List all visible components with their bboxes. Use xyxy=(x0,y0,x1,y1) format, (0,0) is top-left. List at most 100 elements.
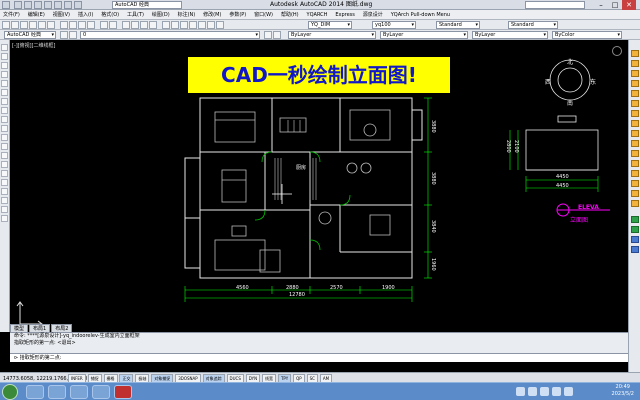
menu-parametric[interactable]: 参数(P) xyxy=(226,10,249,19)
scale-icon[interactable] xyxy=(631,120,639,127)
menu-modify[interactable]: 修改(M) xyxy=(200,10,224,19)
dimstyle-combo[interactable]: YQ_DIM xyxy=(308,21,352,29)
rotate-icon[interactable] xyxy=(631,110,639,117)
print-icon[interactable] xyxy=(54,1,62,9)
redo-icon[interactable] xyxy=(109,21,117,29)
tpy-toggle[interactable]: TPY xyxy=(277,374,292,382)
menu-view[interactable]: 视图(V) xyxy=(50,10,73,19)
yq-tool-icon[interactable] xyxy=(631,246,639,253)
stretch-icon[interactable] xyxy=(631,130,639,137)
hatch-icon[interactable] xyxy=(1,170,8,177)
close-button[interactable]: ✕ xyxy=(622,0,636,10)
layer-state-icon[interactable] xyxy=(69,31,77,39)
drawing-canvas[interactable]: [-][俯视][二维线框] 12780 4560 2880 2570 1900 … xyxy=(10,40,628,332)
zoom-window-icon[interactable] xyxy=(140,21,148,29)
command-input[interactable]: ⊳ 拾取矩形的第二点: xyxy=(10,353,628,362)
layer-combo[interactable]: 0 xyxy=(80,31,260,39)
tray-icon[interactable] xyxy=(528,387,537,396)
menu-edit[interactable]: 编辑(E) xyxy=(25,10,48,19)
sheet-set-icon[interactable] xyxy=(189,21,197,29)
rectangle-icon[interactable] xyxy=(1,80,8,87)
linetype-combo[interactable]: ByLayer xyxy=(380,31,468,39)
menu-file[interactable]: 文件(F) xyxy=(0,10,23,19)
preview-icon[interactable] xyxy=(38,21,46,29)
copy-icon[interactable] xyxy=(69,21,77,29)
menu-window[interactable]: 窗口(W) xyxy=(251,10,276,19)
menu-yq-design[interactable]: 源泉设计 xyxy=(360,10,386,19)
pan-icon[interactable] xyxy=(122,21,130,29)
copy-object-icon[interactable] xyxy=(631,60,639,67)
menu-yqarch-pulldown[interactable]: YQArch Pull-down Menu xyxy=(388,10,453,19)
new-icon[interactable] xyxy=(2,21,10,29)
menu-yqarch[interactable]: YQARCH xyxy=(304,10,331,19)
tablestyle-combo[interactable]: Standard xyxy=(436,21,480,29)
autocad-taskbar-icon[interactable] xyxy=(114,385,132,399)
yq-tool-icon[interactable] xyxy=(631,216,639,223)
point-icon[interactable] xyxy=(1,161,8,168)
search-input[interactable] xyxy=(525,1,585,9)
grid-toggle[interactable]: 栅格 xyxy=(103,374,118,382)
menu-insert[interactable]: 插入(I) xyxy=(75,10,96,19)
infer-toggle[interactable]: INFER xyxy=(67,374,86,382)
join-icon[interactable] xyxy=(631,170,639,177)
fillet-icon[interactable] xyxy=(631,190,639,197)
network-icon[interactable] xyxy=(540,387,549,396)
ellipse-icon[interactable] xyxy=(1,125,8,132)
offset-icon[interactable] xyxy=(631,80,639,87)
qp-toggle[interactable]: QP xyxy=(293,374,305,382)
tool-palettes-icon[interactable] xyxy=(180,21,188,29)
arc-icon[interactable] xyxy=(1,89,8,96)
construction-line-icon[interactable] xyxy=(1,53,8,60)
menu-express[interactable]: Express xyxy=(332,10,358,19)
paste-icon[interactable] xyxy=(78,21,86,29)
lineweight-combo[interactable]: ByLayer xyxy=(472,31,548,39)
color-combo[interactable]: ByLayer xyxy=(288,31,376,39)
properties-icon[interactable] xyxy=(162,21,170,29)
polar-toggle[interactable]: 极轴 xyxy=(135,374,150,382)
layer-previous-icon[interactable] xyxy=(273,31,281,39)
new-icon[interactable] xyxy=(14,1,22,9)
save-icon[interactable] xyxy=(20,21,28,29)
design-center-icon[interactable] xyxy=(171,21,179,29)
polyline-icon[interactable] xyxy=(1,62,8,69)
viewcube-icon[interactable] xyxy=(612,46,622,56)
explorer-icon[interactable] xyxy=(26,385,44,399)
undo-icon[interactable] xyxy=(64,1,72,9)
print-icon[interactable] xyxy=(29,21,37,29)
matchprop-icon[interactable] xyxy=(87,21,95,29)
clock[interactable]: 20:49 2023/5/2 xyxy=(612,384,634,398)
markup-icon[interactable] xyxy=(198,21,206,29)
otrack-toggle[interactable]: 对象追踪 xyxy=(202,374,225,382)
gradient-icon[interactable] xyxy=(1,179,8,186)
zoom-previous-icon[interactable] xyxy=(149,21,157,29)
layer-properties-icon[interactable] xyxy=(60,31,68,39)
erase-icon[interactable] xyxy=(631,50,639,57)
menu-help[interactable]: 帮助(H) xyxy=(278,10,302,19)
saveas-icon[interactable] xyxy=(44,1,52,9)
break-icon[interactable] xyxy=(631,160,639,167)
chat-app-icon[interactable] xyxy=(92,385,110,399)
cut-icon[interactable] xyxy=(60,21,68,29)
open-icon[interactable] xyxy=(24,1,32,9)
osnap-toggle[interactable]: 对象捕捉 xyxy=(151,374,174,382)
revcloud-icon[interactable] xyxy=(1,107,8,114)
zoom-icon[interactable] xyxy=(131,21,139,29)
autocad-app-icon[interactable] xyxy=(2,1,10,9)
workspace-switcher[interactable]: AutoCAD 经典 xyxy=(112,1,182,9)
menu-tools[interactable]: 工具(T) xyxy=(124,10,147,19)
mleader-combo[interactable]: Standard xyxy=(508,21,558,29)
yq-tool-icon[interactable] xyxy=(631,226,639,233)
menu-dimension[interactable]: 标注(N) xyxy=(175,10,199,19)
start-button[interactable] xyxy=(2,384,18,400)
line-icon[interactable] xyxy=(1,44,8,51)
textstyle-combo[interactable]: yq100 xyxy=(372,21,416,29)
make-current-icon[interactable] xyxy=(264,31,272,39)
array-icon[interactable] xyxy=(631,90,639,97)
sc-toggle[interactable]: SC xyxy=(306,374,318,382)
save-icon[interactable] xyxy=(34,1,42,9)
workspace-combo[interactable]: AutoCAD 经典 xyxy=(4,31,56,39)
plotstyle-combo[interactable]: ByColor xyxy=(552,31,622,39)
insert-block-icon[interactable] xyxy=(1,143,8,150)
region-icon[interactable] xyxy=(1,188,8,195)
extend-icon[interactable] xyxy=(631,150,639,157)
